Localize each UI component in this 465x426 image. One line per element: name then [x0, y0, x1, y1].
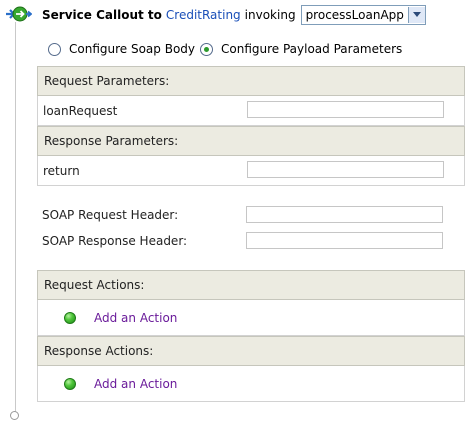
payload-params-label: Configure Payload Parameters [221, 42, 403, 56]
request-parameters-title: Request Parameters: [44, 74, 170, 88]
request-parameters-row: loanRequest [37, 96, 465, 126]
param-name-loanrequest: loanRequest [43, 104, 118, 118]
flow-end-node [10, 411, 19, 420]
service-callout-icon [6, 6, 32, 22]
response-parameters-row: return [37, 156, 465, 186]
request-actions-title: Request Actions: [44, 278, 145, 292]
param-name-return: return [43, 164, 80, 178]
service-link[interactable]: CreditRating [166, 8, 241, 22]
response-parameters-title: Response Parameters: [44, 134, 179, 148]
loanrequest-field[interactable] [247, 101, 444, 118]
chevron-down-icon[interactable] [407, 7, 425, 23]
flow-guide-line [15, 22, 16, 414]
response-actions-body: Add an Action [37, 366, 465, 402]
service-callout-header: Service Callout to CreditRating invoking… [42, 5, 426, 25]
response-parameters-header: Response Parameters: [37, 126, 465, 156]
add-response-action-icon[interactable] [64, 378, 76, 390]
add-response-action-link[interactable]: Add an Action [94, 377, 177, 391]
soap-body-radio[interactable] [48, 42, 61, 56]
payload-params-radio[interactable] [200, 42, 213, 56]
response-actions-title: Response Actions: [44, 344, 154, 358]
operation-select[interactable]: processLoanApp [300, 5, 426, 25]
header-middle: invoking [244, 8, 296, 22]
request-actions-header: Request Actions: [37, 270, 465, 300]
request-parameters-header: Request Parameters: [37, 66, 465, 96]
return-field[interactable] [247, 161, 444, 178]
option-soap-body[interactable]: Configure Soap Body [48, 40, 195, 58]
header-prefix: Service Callout to [42, 8, 162, 22]
add-request-action-link[interactable]: Add an Action [94, 311, 177, 325]
request-actions-body: Add an Action [37, 300, 465, 336]
soap-response-header-label: SOAP Response Header: [42, 234, 188, 248]
operation-select-value: processLoanApp [305, 8, 404, 22]
response-actions-header: Response Actions: [37, 336, 465, 366]
soap-request-header-label: SOAP Request Header: [42, 208, 179, 222]
soap-response-header-field[interactable] [246, 232, 443, 249]
add-request-action-icon[interactable] [64, 312, 76, 324]
soap-body-label: Configure Soap Body [69, 42, 196, 56]
option-payload-params[interactable]: Configure Payload Parameters [200, 40, 402, 58]
soap-request-header-field[interactable] [246, 206, 443, 223]
